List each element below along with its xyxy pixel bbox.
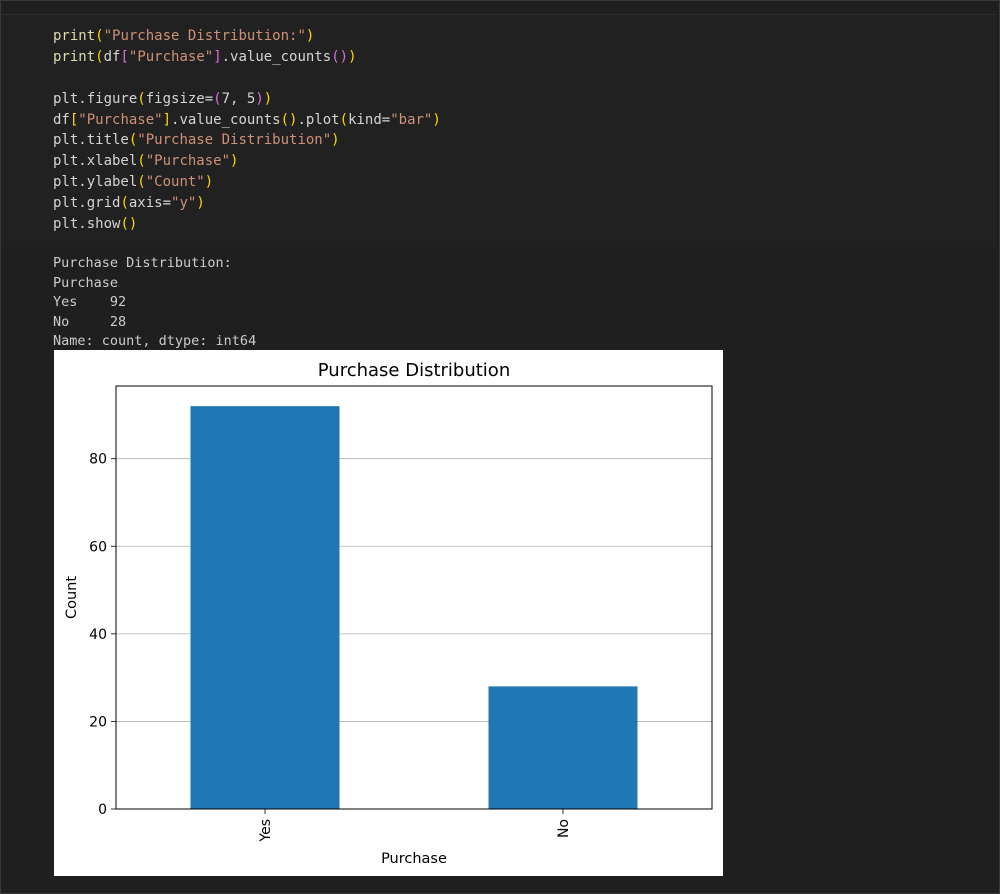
code-token: "Purchase Distribution" (137, 132, 332, 149)
stdout-line: Yes 92 (53, 294, 127, 310)
code-line: df["Purchase"].value_counts().plot(kind=… (53, 110, 441, 131)
code-token: print (53, 28, 96, 44)
code-token: ( (339, 111, 349, 128)
code-token: ) (263, 90, 273, 107)
code-token: plt.xlabel (53, 153, 138, 170)
code-token: ) (230, 153, 239, 170)
code-token: () (120, 216, 138, 233)
code-token: () (280, 111, 298, 128)
bar (488, 686, 638, 809)
code-token: () (331, 48, 349, 65)
stdout-line: No 28 (53, 313, 127, 330)
code-token: ] (213, 48, 222, 65)
code-token: .value_counts (221, 48, 332, 65)
y-tick-label: 20 (89, 714, 107, 730)
code-token: "y" (171, 195, 197, 212)
code-token: print (53, 48, 96, 65)
y-tick-label: 40 (89, 627, 107, 643)
chart-title: Purchase Distribution (318, 360, 510, 381)
code-line: plt.figure(figsize=(7, 5)) (53, 89, 441, 110)
code-token: ) (196, 195, 205, 212)
code-token: ) (331, 132, 340, 149)
code-token: figsize= (145, 90, 214, 107)
code-token: ( (120, 195, 129, 212)
code-line: plt.grid(axis="y") (53, 193, 441, 214)
code-token: "Purchase" (128, 48, 214, 65)
code-line: plt.ylabel("Count") (53, 172, 441, 193)
code-token: plt.grid (53, 195, 121, 212)
code-token: 7, 5 (221, 90, 256, 107)
code-token: ) (204, 174, 214, 191)
code-token: "Purchase" (78, 111, 163, 128)
code-token: df (103, 48, 121, 65)
code-line: print("Purchase Distribution:") (53, 26, 441, 47)
code-token: "Purchase Distribution:" (103, 28, 306, 44)
code-token: [ (120, 48, 129, 65)
code-token: plt.figure (53, 90, 138, 107)
code-token: ( (95, 48, 104, 65)
code-token: ) (305, 28, 315, 44)
code-line: print(df["Purchase"].value_counts()) (53, 47, 441, 68)
code-token: ( (95, 28, 104, 44)
y-tick-label: 60 (89, 539, 107, 555)
code-token: axis= (128, 195, 172, 212)
code-token: ( (137, 174, 146, 191)
code-token: .value_counts (171, 111, 281, 128)
code-token: kind= (348, 111, 391, 128)
bar (190, 406, 340, 809)
code-token: plt.title (53, 132, 129, 149)
x-tick-label: Yes (258, 819, 274, 843)
stdout-line: Purchase (53, 274, 119, 291)
x-tick-label: No (556, 819, 572, 838)
stdout-line: Purchase Distribution: (53, 255, 232, 271)
code-token: "Purchase" (145, 153, 231, 170)
code-token: ] (162, 111, 172, 128)
stdout-line: Name: count, dtype: int64 (53, 333, 257, 349)
x-axis-label: Purchase (381, 851, 447, 867)
code-token: ( (137, 90, 146, 107)
code-token: plt.show (53, 216, 121, 233)
bar-chart-output: 0 20 40 60 80 Yes No Purchase Distribution Purch… (54, 350, 723, 876)
cell-stdout: Purchase Distribution: Purchase Yes 92 No 2… (53, 254, 256, 352)
y-tick-label: 80 (89, 452, 107, 468)
code-token: df (53, 111, 70, 128)
code-token: "bar" (390, 111, 433, 128)
code-token: ( (213, 90, 222, 107)
code-token: "Count" (145, 174, 205, 191)
bar-chart: 0 20 40 60 80 Yes No Purchase Distribution Purch… (64, 360, 713, 867)
code-token: ) (348, 48, 357, 65)
code-line: plt.title("Purchase Distribution") (53, 130, 441, 151)
code-line: plt.xlabel("Purchase") (53, 151, 441, 172)
code-token: ) (255, 90, 264, 107)
code-token: .plot (297, 111, 340, 128)
code-token: plt.ylabel (53, 174, 138, 191)
y-tick-label: 0 (98, 802, 107, 818)
code-editor[interactable]: print("Purchase Distribution:") print(df[… (53, 26, 441, 235)
code-line: plt.show() (53, 214, 441, 235)
y-axis-label: Count (64, 576, 80, 619)
code-token: ) (432, 111, 441, 128)
code-token: ( (137, 153, 146, 170)
